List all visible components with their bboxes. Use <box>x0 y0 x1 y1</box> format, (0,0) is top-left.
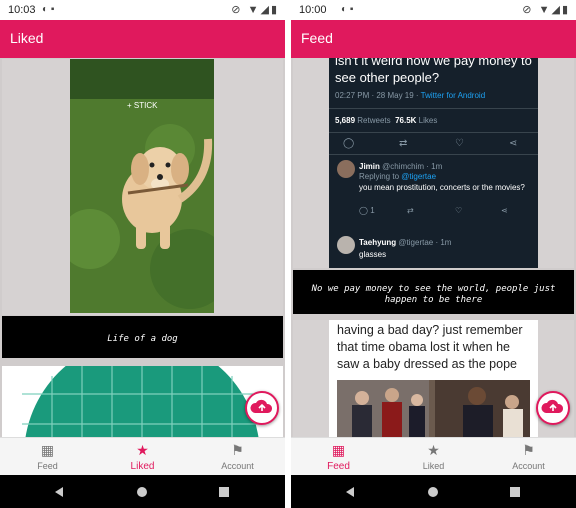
retweet-icon: ⇄ <box>399 138 408 149</box>
home-icon[interactable] <box>137 487 147 497</box>
post-image-2 <box>2 366 283 437</box>
nav-label: Account <box>221 461 254 471</box>
reply-author-handle: @chimchim · 1m <box>382 162 443 171</box>
nav-label: Feed <box>327 461 350 472</box>
phone-screen-feed: 10:00 ◐ ▪ ⊘ ▼◢▮ Feed isn't it weird how … <box>291 0 576 508</box>
nav-item-feed[interactable]: ▦ Feed <box>291 438 386 476</box>
system-navigation-bar <box>291 475 576 508</box>
caption-text: Life of a dog <box>107 334 178 344</box>
nav-item-liked[interactable]: ★ Liked <box>386 438 481 476</box>
caption-text: No we pay money to see the world, people… <box>311 284 556 305</box>
nav-item-account[interactable]: ⚑ Account <box>481 438 576 476</box>
back-icon[interactable] <box>55 487 63 497</box>
like-icon: ♡ <box>455 138 464 149</box>
status-time: 10:03 <box>8 4 36 16</box>
retweet-icon: ⇄ <box>407 206 414 215</box>
reply-icon: ◯ <box>359 206 368 215</box>
upload-cloud-icon <box>541 399 564 413</box>
bottom-navigation: ▦ Feed ★ Liked ⚑ Account <box>0 437 285 476</box>
tweet-time: 02:27 PM · 28 May 19 · <box>335 91 421 100</box>
account-icon: ⚑ <box>231 442 244 458</box>
liked-list[interactable]: + STICK Life of a dog <box>0 58 285 437</box>
recents-icon[interactable] <box>219 487 229 497</box>
dog-photo <box>70 59 214 313</box>
like-icon: ♡ <box>455 206 463 215</box>
feed-list[interactable]: isn't it weird how we pay money to see o… <box>291 58 576 437</box>
feed-grid-icon: ▦ <box>331 442 346 458</box>
upload-cloud-icon <box>250 399 273 413</box>
nav-label: Liked <box>130 461 155 472</box>
mute-icon: ⊘ <box>522 4 534 16</box>
reply-text: glasses <box>359 250 387 259</box>
page-title: Feed <box>301 30 333 46</box>
app-bar: Feed <box>291 20 576 58</box>
status-bar: 10:00 ◐ ▪ ⊘ ▼◢▮ <box>291 0 576 20</box>
tweet-stats: 5,689 Retweets 76.5K Likes <box>335 116 437 125</box>
upload-fab[interactable] <box>245 391 279 425</box>
back-icon[interactable] <box>346 487 354 497</box>
post-caption: No we pay money to see the world, people… <box>293 270 574 314</box>
signal-icon: ◢ <box>551 4 562 16</box>
share-icon: ⋖ <box>501 206 508 215</box>
meme-text: having a bad day? just remember that tim… <box>337 323 523 371</box>
battery-icon: ▮ <box>561 4 570 16</box>
reply-count: 1 <box>370 206 375 215</box>
reply-author-handle: @tigertae · 1m <box>398 238 452 247</box>
bottom-navigation: ▦ Feed ★ Liked ⚑ Account <box>291 437 576 476</box>
status-icons: ⊘ ▼◢▮ <box>231 3 279 16</box>
nav-label: Liked <box>422 461 445 471</box>
feed-grid-icon: ▦ <box>40 442 55 458</box>
nav-item-feed[interactable]: ▦ Feed <box>0 438 95 476</box>
sticker-text: + STICK <box>127 101 158 110</box>
mute-icon: ⊘ <box>231 4 243 16</box>
recents-icon[interactable] <box>510 487 520 497</box>
post-caption: Life of a dog <box>2 316 283 358</box>
replying-label: Replying to <box>359 172 402 181</box>
tweet-meta: 02:27 PM · 28 May 19 · Twitter for Andro… <box>335 91 485 100</box>
meme-photo <box>337 380 530 437</box>
nav-label: Account <box>512 461 545 471</box>
tweet-client-link: Twitter for Android <box>420 91 486 100</box>
home-icon[interactable] <box>428 487 438 497</box>
reply-author-name: Taehyung <box>359 238 397 247</box>
page-title: Liked <box>10 30 44 46</box>
wifi-icon: ▼ <box>247 4 261 16</box>
nav-label: Feed <box>37 461 58 471</box>
retweets-count: 5,689 <box>335 116 356 125</box>
app-bar: Liked <box>0 20 285 58</box>
meme-image: having a bad day? just remember that tim… <box>329 320 538 437</box>
avatar <box>337 160 355 178</box>
notification-icons: ◐ ▪ <box>42 4 55 15</box>
retweets-label: Retweets <box>357 116 391 125</box>
share-icon: ⋖ <box>509 138 518 149</box>
nav-item-account[interactable]: ⚑ Account <box>190 438 285 476</box>
reply-text: you mean prostitution, concerts or the m… <box>359 183 525 192</box>
status-bar: 10:03 ◐ ▪ ⊘ ▼◢▮ <box>0 0 285 20</box>
post-card-2[interactable] <box>2 366 283 437</box>
likes-count: 76.5K <box>395 116 417 125</box>
star-icon: ★ <box>136 442 149 458</box>
system-navigation-bar <box>0 475 285 508</box>
battery-icon: ▮ <box>270 4 279 16</box>
upload-fab[interactable] <box>536 391 570 425</box>
wifi-icon: ▼ <box>538 4 552 16</box>
status-icons: ⊘ ▼◢▮ <box>522 3 570 16</box>
likes-label: Likes <box>418 116 438 125</box>
reply-icon: ◯ <box>343 138 355 149</box>
signal-icon: ◢ <box>260 4 271 16</box>
star-icon: ★ <box>427 442 440 458</box>
notification-icons: ◐ ▪ <box>341 4 354 15</box>
account-icon: ⚑ <box>522 442 535 458</box>
avatar <box>337 236 355 254</box>
post-card[interactable]: + STICK <box>2 59 283 315</box>
phone-screen-liked: 10:03 ◐ ▪ ⊘ ▼◢▮ Liked + STICK Life of a … <box>0 0 285 508</box>
reply-author-name: Jimin <box>359 162 380 171</box>
status-time: 10:00 <box>299 4 327 16</box>
tweet-text: isn't it weird how we pay money to see o… <box>335 58 532 85</box>
nav-item-liked[interactable]: ★ Liked <box>95 438 190 476</box>
replying-to-handle: @tigertae <box>401 172 437 181</box>
tweet-screenshot: isn't it weird how we pay money to see o… <box>329 58 538 268</box>
